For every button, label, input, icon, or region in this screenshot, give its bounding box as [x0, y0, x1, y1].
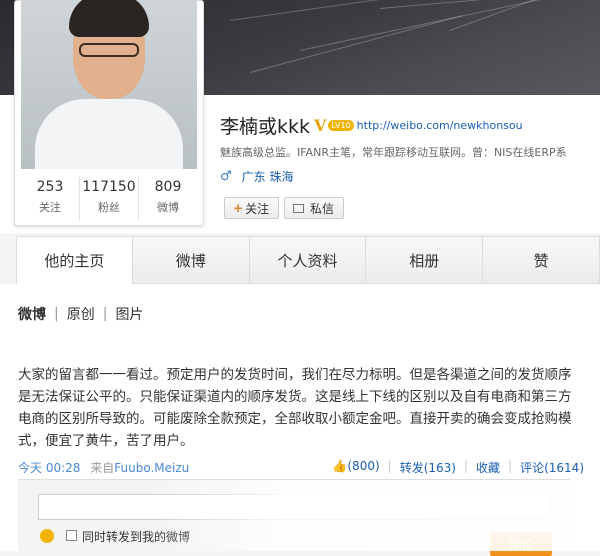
message-label: 私信 [310, 201, 335, 216]
plus-icon: + [233, 201, 244, 215]
stat-label: 粉丝 [98, 201, 120, 214]
stat-followers[interactable]: 117150 粉丝 [80, 177, 139, 221]
avatar[interactable] [21, 0, 197, 169]
stat-following[interactable]: 253 关注 [21, 177, 80, 221]
stat-label: 微博 [157, 201, 179, 214]
repost-button[interactable]: 转发(163) [400, 459, 456, 476]
tab-weibo[interactable]: 微博 [132, 236, 250, 284]
stat-posts[interactable]: 809 微博 [139, 177, 197, 221]
mail-icon [293, 203, 304, 213]
favorite-button[interactable]: 收藏 [476, 459, 500, 476]
profile-tabs: 他的主页 微博 个人资料 相册 赞 [16, 236, 600, 284]
fade-overlay [150, 480, 600, 551]
post-meta: 今天 00:28 来自Fuubo.Meizu 👍(800) | 转发(163) … [18, 459, 584, 476]
level-badge[interactable]: LV10 [328, 119, 354, 131]
verified-icon[interactable]: V [314, 116, 326, 135]
thumbs-up-icon: 👍 [332, 459, 348, 473]
filter-all[interactable]: 微博 [18, 304, 46, 324]
stat-label: 关注 [39, 201, 61, 214]
like-count: (800) [347, 459, 380, 473]
feed-filter: 微博 | 原创 | 图片 [18, 304, 144, 324]
avatar-card: 253 关注 117150 粉丝 809 微博 [14, 0, 204, 226]
profile-name: 李楠或kkk [220, 115, 311, 138]
name-row: 李楠或kkk V LV10 http://weibo.com/newkhonso… [220, 110, 523, 140]
post-text: 大家的留言都一一看过。预定用户的发货时间，我们在尽力标明。但是各渠道之间的发货顺… [18, 367, 572, 449]
location-row: ♂ 广东 珠海 [220, 168, 293, 185]
tab-profile-info[interactable]: 个人资料 [249, 236, 367, 284]
follow-label: 关注 [245, 201, 270, 216]
stat-number: 809 [154, 179, 182, 195]
stat-number: 253 [36, 179, 64, 195]
post-source[interactable]: Fuubo.Meizu [114, 461, 189, 475]
message-button[interactable]: 私信 [284, 197, 344, 219]
post-actions: 👍(800) | 转发(163) | 收藏 | 评论(1614) [332, 459, 584, 476]
profile-bio: 魅族高级总监。IFANR主笔，常年跟踪移动互联网。曾：NIS在线ERP系 [220, 146, 567, 159]
tab-album[interactable]: 相册 [366, 236, 484, 284]
male-icon: ♂ [220, 169, 232, 184]
like-button[interactable]: 👍(800) [332, 459, 379, 476]
follow-button[interactable]: + 关注 [224, 197, 279, 219]
profile-stats: 253 关注 117150 粉丝 809 微博 [21, 177, 197, 221]
filter-images[interactable]: 图片 [115, 304, 143, 324]
profile-url-link[interactable]: http://weibo.com/newkhonsou [357, 119, 523, 132]
post-time[interactable]: 今天 00:28 [18, 461, 80, 475]
tab-home[interactable]: 他的主页 [16, 236, 133, 284]
also-repost-checkbox[interactable] [66, 530, 77, 541]
comment-link[interactable]: 评论(1614) [520, 459, 584, 476]
tab-likes[interactable]: 赞 [483, 236, 600, 284]
from-label: 来自 [90, 461, 115, 475]
emoji-icon[interactable] [40, 529, 54, 543]
stat-number: 117150 [82, 179, 136, 195]
filter-original[interactable]: 原创 [67, 304, 95, 324]
location-link[interactable]: 广东 珠海 [242, 168, 294, 185]
